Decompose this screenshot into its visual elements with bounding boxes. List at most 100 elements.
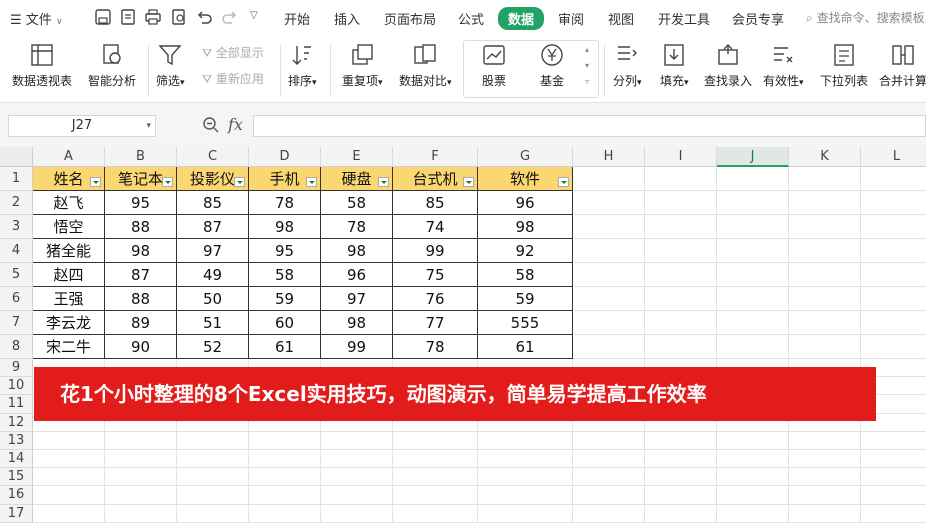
tab-member[interactable]: 会员专享 — [732, 9, 784, 28]
filter-dropdown-icon[interactable] — [378, 177, 389, 187]
select-all-corner[interactable] — [0, 147, 33, 167]
grid-cell[interactable] — [789, 239, 861, 263]
grid-cell[interactable] — [789, 167, 861, 191]
column-header-b[interactable]: B — [105, 147, 177, 167]
grid-cell[interactable] — [33, 486, 105, 505]
redo-icon[interactable] — [221, 8, 239, 26]
row-header[interactable]: 14 — [0, 450, 33, 469]
filter-button[interactable]: 筛选▾ — [156, 42, 185, 89]
grid-cell[interactable] — [789, 215, 861, 239]
grid-cell[interactable] — [717, 468, 789, 487]
save-icon[interactable] — [94, 8, 112, 26]
column-header-g[interactable]: G — [478, 147, 573, 167]
grid-cell[interactable] — [789, 504, 861, 523]
pivot-table-button[interactable]: 数据透视表 — [12, 42, 72, 89]
row-header[interactable]: 5 — [0, 263, 33, 287]
grid-cell[interactable] — [177, 431, 249, 450]
tab-developer[interactable]: 开发工具 — [658, 9, 710, 28]
grid-cell[interactable] — [393, 468, 478, 487]
grid-cell[interactable] — [645, 215, 717, 239]
grid-cell[interactable] — [249, 431, 321, 450]
grid-cell[interactable] — [33, 468, 105, 487]
table-cell[interactable]: 78 — [321, 215, 393, 239]
grid-cell[interactable] — [573, 504, 645, 523]
grid-cell[interactable] — [717, 486, 789, 505]
duplicates-button[interactable]: 重复项▾ — [342, 42, 383, 89]
grid-cell[interactable] — [717, 504, 789, 523]
grid-cell[interactable] — [573, 311, 645, 335]
grid-cell[interactable] — [177, 486, 249, 505]
grid-cell[interactable] — [789, 431, 861, 450]
grid-cell[interactable] — [645, 468, 717, 487]
row-header[interactable]: 3 — [0, 215, 33, 239]
row-header[interactable]: 17 — [0, 504, 33, 523]
dropdown-list-button[interactable]: 下拉列表 — [820, 42, 868, 89]
table-cell[interactable]: 75 — [393, 263, 478, 287]
grid-cell[interactable] — [177, 504, 249, 523]
grid-cell[interactable] — [861, 335, 926, 359]
table-cell[interactable]: 98 — [105, 239, 177, 263]
grid-cell[interactable] — [573, 287, 645, 311]
grid-cell[interactable] — [573, 486, 645, 505]
grid-cell[interactable] — [789, 191, 861, 215]
table-cell[interactable]: 555 — [478, 311, 573, 335]
grid-cell[interactable] — [393, 486, 478, 505]
grid-cell[interactable] — [789, 311, 861, 335]
grid-cell[interactable] — [645, 287, 717, 311]
grid-cell[interactable] — [33, 450, 105, 469]
grid-cell[interactable] — [105, 486, 177, 505]
table-cell[interactable]: 77 — [393, 311, 478, 335]
grid-cell[interactable] — [321, 468, 393, 487]
table-cell[interactable]: 96 — [321, 263, 393, 287]
grid-cell[interactable] — [573, 335, 645, 359]
column-header-a[interactable]: A — [33, 147, 105, 167]
table-header-cell[interactable]: 姓名 — [33, 167, 105, 191]
column-header-l[interactable]: L — [861, 147, 926, 167]
table-cell[interactable]: 78 — [393, 335, 478, 359]
grid-cell[interactable] — [573, 167, 645, 191]
grid-cell[interactable] — [393, 431, 478, 450]
grid-cell[interactable] — [393, 450, 478, 469]
row-header[interactable]: 6 — [0, 287, 33, 311]
grid-cell[interactable] — [393, 504, 478, 523]
grid-cell[interactable] — [645, 311, 717, 335]
table-cell[interactable]: 58 — [478, 263, 573, 287]
grid-cell[interactable] — [789, 263, 861, 287]
table-cell[interactable]: 58 — [249, 263, 321, 287]
table-cell[interactable]: 51 — [177, 311, 249, 335]
table-header-cell[interactable]: 台式机 — [393, 167, 478, 191]
table-cell[interactable]: 61 — [478, 335, 573, 359]
export-pdf-icon[interactable] — [119, 8, 137, 26]
table-cell[interactable]: 90 — [105, 335, 177, 359]
row-header[interactable]: 8 — [0, 335, 33, 359]
formula-input[interactable] — [253, 115, 926, 137]
table-cell[interactable]: 88 — [105, 287, 177, 311]
table-cell[interactable]: 49 — [177, 263, 249, 287]
table-cell[interactable]: 60 — [249, 311, 321, 335]
grid-cell[interactable] — [33, 504, 105, 523]
search-input[interactable]: 查找命令、搜索模板 — [817, 11, 925, 25]
table-cell[interactable]: 98 — [249, 215, 321, 239]
table-cell[interactable]: 宋二牛 — [33, 335, 105, 359]
column-header-h[interactable]: H — [573, 147, 645, 167]
grid-cell[interactable] — [717, 335, 789, 359]
filter-dropdown-icon[interactable] — [90, 177, 101, 187]
grid-cell[interactable] — [573, 263, 645, 287]
filter-dropdown-icon[interactable] — [463, 177, 474, 187]
lookup-entry-button[interactable]: 查找录入 — [704, 42, 752, 89]
table-cell[interactable]: 98 — [321, 239, 393, 263]
row-header[interactable]: 15 — [0, 468, 33, 487]
grid-cell[interactable] — [861, 468, 926, 487]
table-cell[interactable]: 悟空 — [33, 215, 105, 239]
column-header-k[interactable]: K — [789, 147, 861, 167]
grid-cell[interactable] — [321, 486, 393, 505]
grid-cell[interactable] — [717, 167, 789, 191]
table-header-cell[interactable]: 手机 — [249, 167, 321, 191]
grid-cell[interactable] — [105, 431, 177, 450]
fund-button[interactable]: 基金 — [539, 42, 565, 89]
grid-cell[interactable] — [645, 431, 717, 450]
table-header-cell[interactable]: 硬盘 — [321, 167, 393, 191]
grid-cell[interactable] — [645, 504, 717, 523]
row-header[interactable]: 13 — [0, 431, 33, 450]
chevron-down-icon[interactable]: ▾ — [146, 116, 151, 136]
